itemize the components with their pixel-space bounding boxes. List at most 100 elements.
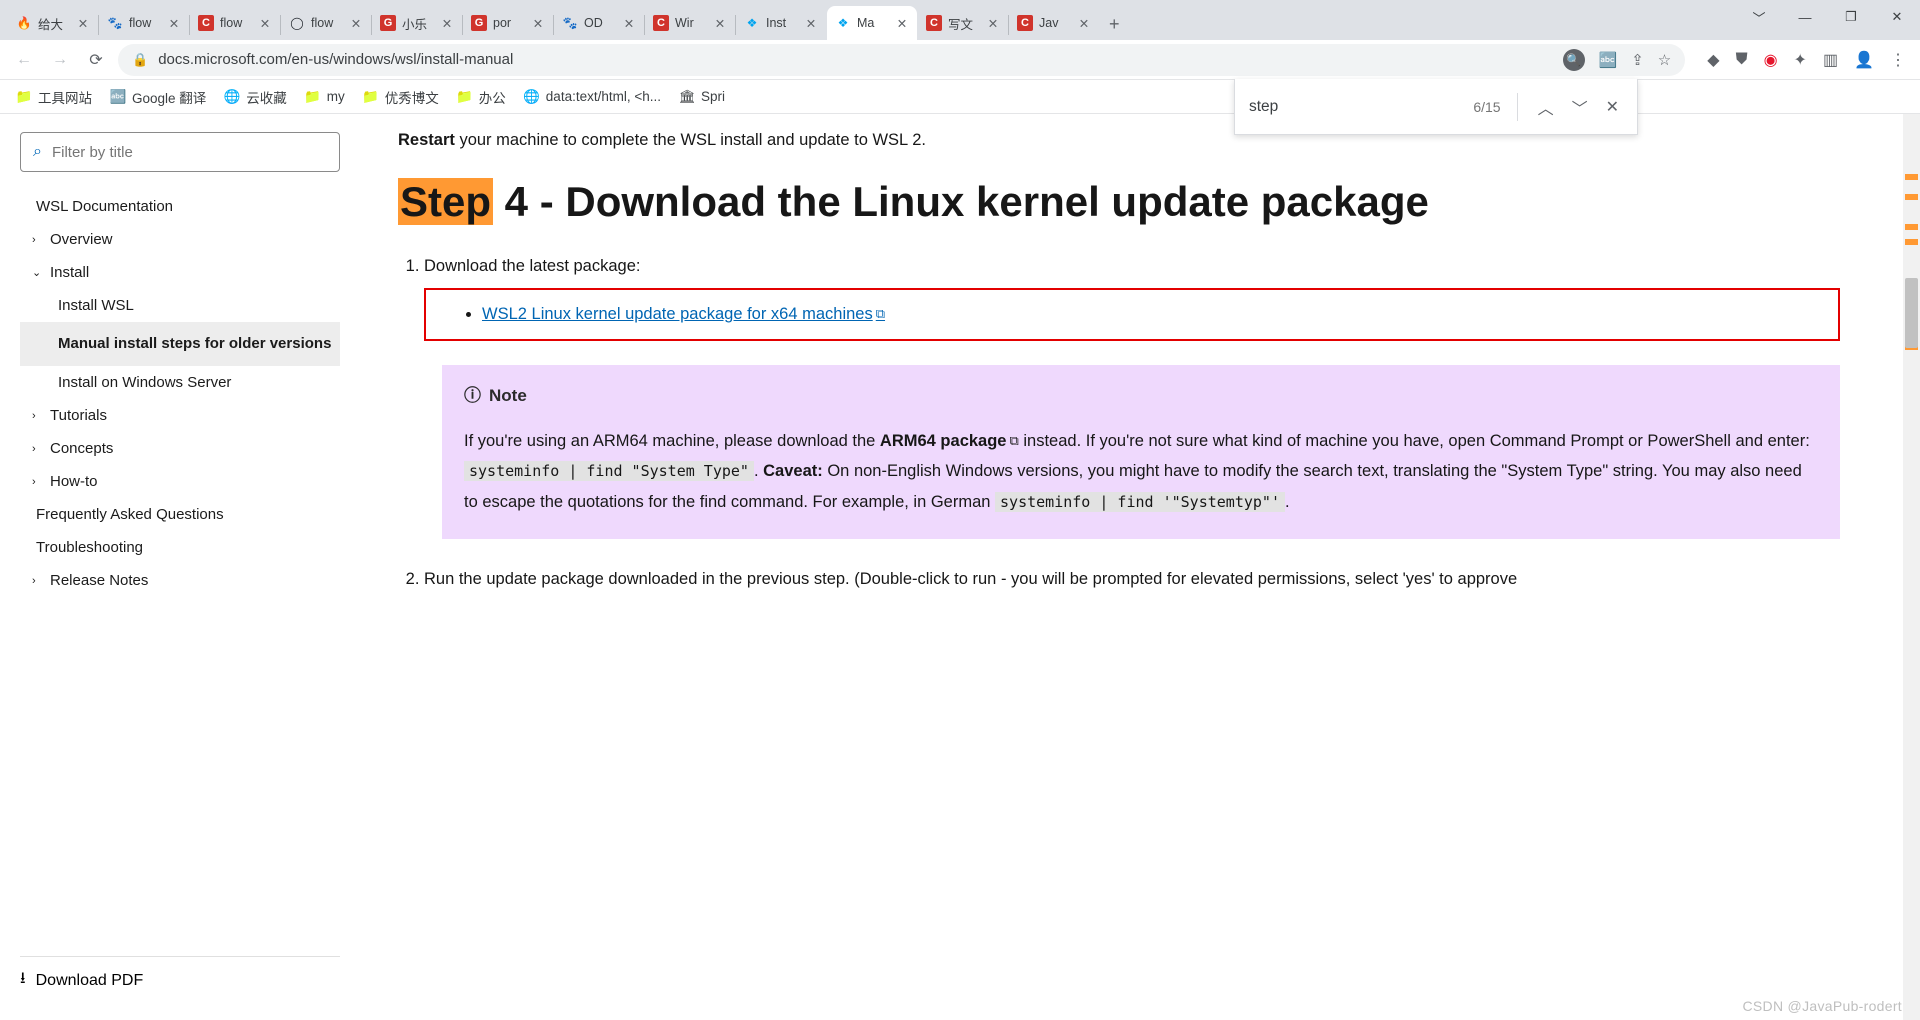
filter-input[interactable]: [52, 144, 327, 161]
code-systeminfo: systeminfo | find "System Type": [464, 461, 754, 481]
tab-title: 小乐: [402, 14, 434, 33]
bookmark-item[interactable]: 📁工具网站: [16, 87, 92, 107]
nav-root[interactable]: WSL Documentation: [20, 190, 340, 223]
find-prev-button[interactable]: ︿: [1534, 91, 1558, 123]
scrollbar-track[interactable]: [1903, 114, 1920, 1020]
ext-icon-2[interactable]: ⛊: [1736, 51, 1748, 69]
tab-close-icon[interactable]: ✕: [622, 16, 636, 30]
profile-avatar[interactable]: 👤: [1854, 50, 1874, 70]
bookmark-item[interactable]: 🏛Spri: [679, 89, 725, 105]
tab-close-icon[interactable]: ✕: [531, 16, 545, 30]
bookmark-favicon: 🏛: [679, 89, 695, 105]
bookmark-item[interactable]: 🔤Google 翻译: [110, 87, 206, 107]
tab-close-icon[interactable]: ✕: [258, 16, 272, 30]
scrollbar-thumb[interactable]: [1905, 278, 1918, 348]
watermark: CSDN @JavaPub-rodert: [1743, 998, 1903, 1014]
maximize-button[interactable]: ❐: [1828, 0, 1874, 34]
nav-faq[interactable]: Frequently Asked Questions: [20, 498, 340, 531]
extensions-icon[interactable]: ✦: [1794, 50, 1807, 70]
find-count: 6/15: [1473, 99, 1500, 115]
nav-release[interactable]: ›Release Notes: [20, 564, 340, 597]
browser-tab[interactable]: 🔥给大✕: [8, 6, 98, 40]
browser-tab[interactable]: Cflow✕: [190, 6, 280, 40]
bookmark-item[interactable]: 🌐data:text/html, <h...: [524, 89, 661, 105]
bookmark-favicon: 📁: [16, 89, 32, 105]
tab-favicon: 🐾: [107, 15, 123, 31]
nav-tutorials[interactable]: ›Tutorials: [20, 399, 340, 432]
tab-close-icon[interactable]: ✕: [986, 16, 1000, 30]
find-input[interactable]: [1249, 98, 1463, 116]
nav-concepts[interactable]: ›Concepts: [20, 432, 340, 465]
nav-howto[interactable]: ›How-to: [20, 465, 340, 498]
bookmark-label: 优秀博文: [385, 87, 439, 107]
tab-close-icon[interactable]: ✕: [349, 16, 363, 30]
nav-manual-install[interactable]: Manual install steps for older versions: [20, 322, 340, 366]
tab-close-icon[interactable]: ✕: [895, 16, 909, 30]
nav-trouble[interactable]: Troubleshooting: [20, 531, 340, 564]
chrome-menu-icon[interactable]: ⋮: [1890, 50, 1906, 70]
nav-install-wsl[interactable]: Install WSL: [20, 289, 340, 322]
nav-overview[interactable]: ›Overview: [20, 223, 340, 256]
bookmark-item[interactable]: 📁办公: [457, 87, 506, 107]
sidebar: ⌕ WSL Documentation ›Overview ⌄Install I…: [0, 114, 360, 1020]
address-bar[interactable]: 🔒 docs.microsoft.com/en-us/windows/wsl/i…: [118, 44, 1685, 76]
new-tab-button[interactable]: +: [1109, 14, 1120, 35]
tab-close-icon[interactable]: ✕: [440, 16, 454, 30]
browser-tab[interactable]: ❖Inst✕: [736, 6, 826, 40]
bookmark-favicon: 📁: [363, 89, 379, 105]
tab-title: Ma: [857, 16, 889, 30]
browser-tab[interactable]: ❖Ma✕: [827, 6, 917, 40]
browser-tab[interactable]: CJav✕: [1009, 6, 1099, 40]
browser-tab[interactable]: 🐾flow✕: [99, 6, 189, 40]
back-button[interactable]: ←: [10, 46, 38, 74]
bookmark-item[interactable]: 📁my: [305, 89, 345, 105]
browser-tab[interactable]: Gpor✕: [463, 6, 553, 40]
browser-tab[interactable]: CWir✕: [645, 6, 735, 40]
tab-close-icon[interactable]: ✕: [76, 16, 90, 30]
nav-install[interactable]: ⌄Install: [20, 256, 340, 289]
find-close-button[interactable]: ✕: [1602, 93, 1623, 121]
kernel-download-link[interactable]: WSL2 Linux kernel update package for x64…: [482, 305, 885, 323]
url-text: docs.microsoft.com/en-us/windows/wsl/ins…: [158, 51, 1552, 68]
step4-li1: Download the latest package: WSL2 Linux …: [424, 254, 1840, 539]
find-marker: [1905, 224, 1918, 230]
tab-favicon: ❖: [744, 15, 760, 31]
browser-tab[interactable]: C写文✕: [918, 6, 1008, 40]
browser-tab[interactable]: G小乐✕: [372, 6, 462, 40]
tab-favicon: G: [471, 15, 487, 31]
chevron-right-icon: ›: [32, 575, 44, 587]
tabs-dropdown-icon[interactable]: ﹀: [1736, 0, 1782, 34]
star-icon[interactable]: ☆: [1658, 51, 1671, 69]
bookmark-label: my: [327, 89, 345, 104]
tab-close-icon[interactable]: ✕: [1077, 16, 1091, 30]
reload-button[interactable]: ⟳: [82, 46, 110, 74]
filter-icon: ⌕: [33, 143, 42, 161]
minimize-button[interactable]: ―: [1782, 0, 1828, 34]
tab-close-icon[interactable]: ✕: [804, 16, 818, 30]
external-link-icon: ⧉: [1009, 433, 1018, 448]
tab-close-icon[interactable]: ✕: [713, 16, 727, 30]
filter-box[interactable]: ⌕: [20, 132, 340, 172]
search-in-page-icon[interactable]: 🔍: [1563, 49, 1585, 71]
close-window-button[interactable]: ✕: [1874, 0, 1920, 34]
tab-title: OD: [584, 16, 616, 30]
tab-favicon: 🔥: [16, 15, 32, 31]
bookmark-item[interactable]: 📁 优秀博文: [363, 87, 439, 107]
tab-title: Jav: [1039, 16, 1071, 30]
browser-tab[interactable]: ◯ flow ✕: [281, 6, 371, 40]
tab-close-icon[interactable]: ✕: [167, 16, 181, 30]
sidepanel-icon[interactable]: ▥: [1823, 50, 1838, 70]
download-pdf-button[interactable]: ⭳ Download PDF: [20, 956, 340, 1004]
tab-favicon: ◯: [289, 15, 305, 31]
find-next-button[interactable]: ﹀: [1568, 91, 1592, 123]
ext-icon-1[interactable]: ◆: [1707, 50, 1719, 70]
tabstrip: 🔥给大✕🐾flow✕Cflow✕◯flow✕G小乐✕Gpor✕🐾OD✕CWir✕…: [0, 0, 1920, 40]
translate-icon[interactable]: 🔤: [1599, 51, 1618, 69]
forward-button[interactable]: →: [46, 46, 74, 74]
ext-icon-weibo[interactable]: ◉: [1764, 50, 1778, 70]
bookmark-item[interactable]: 🌐云收藏: [224, 87, 287, 107]
nav-install-server[interactable]: Install on Windows Server: [20, 366, 340, 399]
tab-title: flow: [311, 16, 343, 30]
share-icon[interactable]: ⇪: [1631, 51, 1644, 69]
browser-tab[interactable]: 🐾OD✕: [554, 6, 644, 40]
